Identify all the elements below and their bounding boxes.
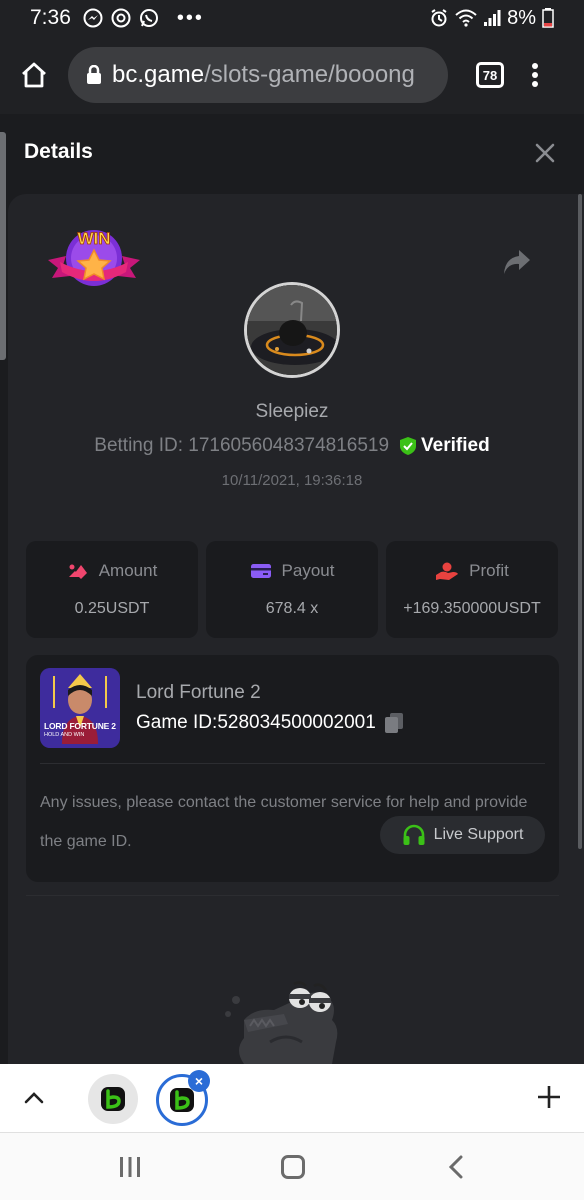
profit-value: +169.350000USDT bbox=[403, 600, 541, 617]
betting-id-row: Betting ID: 1716056048374816519 Verified bbox=[0, 435, 584, 457]
profit-label: Profit bbox=[469, 561, 509, 580]
username: Sleepiez bbox=[255, 401, 329, 422]
game-card-divider bbox=[40, 763, 545, 764]
avatar bbox=[244, 282, 340, 378]
headset-icon bbox=[403, 824, 425, 845]
close-icon[interactable] bbox=[534, 142, 556, 164]
profit-stat: Profit +169.350000USDT bbox=[386, 541, 558, 638]
amount-icon bbox=[68, 564, 87, 579]
tab-strip: × bbox=[0, 1064, 584, 1132]
bcgame-favicon-icon bbox=[170, 1088, 194, 1112]
payout-label: Payout bbox=[281, 561, 335, 580]
verified-label: Verified bbox=[421, 435, 490, 456]
amount-stat: Amount 0.25USDT bbox=[26, 541, 198, 638]
bcgame-favicon-icon bbox=[101, 1087, 125, 1111]
whatsapp-icon bbox=[139, 9, 158, 27]
game-info-card: LORD FORTUNE 2 HOLD AND WIN Lord Fortune… bbox=[26, 655, 559, 882]
status-time: 7:36 bbox=[30, 6, 71, 29]
payout-card-icon bbox=[250, 564, 271, 578]
right-scroll-indicator bbox=[578, 194, 582, 849]
alarm-icon bbox=[431, 9, 447, 27]
payout-stat: Payout 678.4 x bbox=[206, 541, 378, 638]
game-id-value: 528034500002001 bbox=[217, 712, 376, 733]
win-badge-icon: WIN bbox=[48, 229, 140, 286]
status-bar: 7:36 ••• 8% bbox=[0, 0, 584, 36]
battery-icon bbox=[542, 8, 554, 28]
betting-id: Betting ID: 1716056048374816519 bbox=[94, 435, 390, 456]
browser-menu-button[interactable] bbox=[532, 63, 538, 87]
crocodile-mascot-icon bbox=[225, 981, 338, 1064]
amount-value: 0.25USDT bbox=[74, 600, 150, 617]
tab-bcgame-1[interactable] bbox=[88, 1074, 138, 1124]
browser-toolbar: bc.game/slots-game/booong 78 bbox=[0, 36, 584, 114]
new-tab-plus-icon[interactable] bbox=[536, 1084, 562, 1110]
thumb-title: LORD FORTUNE 2 bbox=[44, 721, 116, 731]
url-path: /slots-game/booong bbox=[204, 61, 415, 88]
game-thumbnail[interactable]: LORD FORTUNE 2 HOLD AND WIN bbox=[40, 668, 120, 748]
home-nav-button[interactable] bbox=[281, 1155, 305, 1179]
lock-icon bbox=[87, 65, 101, 84]
game-name[interactable]: Lord Fortune 2 bbox=[136, 682, 261, 704]
section-divider bbox=[26, 895, 559, 896]
messenger-icon bbox=[83, 8, 103, 28]
home-button[interactable] bbox=[14, 55, 54, 95]
recent-apps-icon[interactable] bbox=[118, 1157, 142, 1177]
back-icon[interactable] bbox=[446, 1155, 466, 1179]
verified-shield-icon bbox=[400, 437, 417, 455]
game-id-row: Game ID: 528034500002001 bbox=[136, 712, 404, 734]
close-tab-button[interactable]: × bbox=[188, 1070, 210, 1092]
more-notifications-icon: ••• bbox=[176, 6, 204, 29]
home-icon bbox=[22, 62, 46, 88]
page-title: Details bbox=[24, 140, 93, 163]
bet-datetime: 10/11/2021, 19:36:18 bbox=[221, 472, 363, 489]
url-host: bc.game bbox=[112, 61, 205, 88]
battery-percent: 8% bbox=[507, 6, 536, 29]
chevron-up-icon[interactable] bbox=[22, 1086, 46, 1110]
amount-label: Amount bbox=[98, 561, 158, 580]
thumb-subtitle: HOLD AND WIN bbox=[44, 732, 85, 738]
page-content: Details WIN Sleepiez Betting ID: 1716056… bbox=[0, 114, 584, 1064]
profit-hand-icon bbox=[436, 562, 459, 580]
payout-value: 678.4 x bbox=[265, 600, 319, 617]
system-nav-bar bbox=[0, 1132, 584, 1200]
copy-icon[interactable] bbox=[384, 712, 404, 734]
tab-switcher-button[interactable]: 78 bbox=[476, 62, 504, 88]
game-id-label: Game ID: bbox=[136, 712, 218, 733]
address-bar[interactable]: bc.game/slots-game/booong bbox=[68, 47, 448, 103]
notification-app-icon bbox=[111, 8, 131, 28]
wifi-icon bbox=[455, 9, 477, 27]
left-scroll-indicator bbox=[0, 132, 6, 360]
live-support-label: Live Support bbox=[433, 826, 524, 843]
live-support-button[interactable]: Live Support bbox=[380, 816, 545, 854]
share-icon[interactable] bbox=[502, 248, 532, 276]
svg-text:WIN: WIN bbox=[77, 229, 110, 248]
signal-icon bbox=[484, 10, 501, 26]
